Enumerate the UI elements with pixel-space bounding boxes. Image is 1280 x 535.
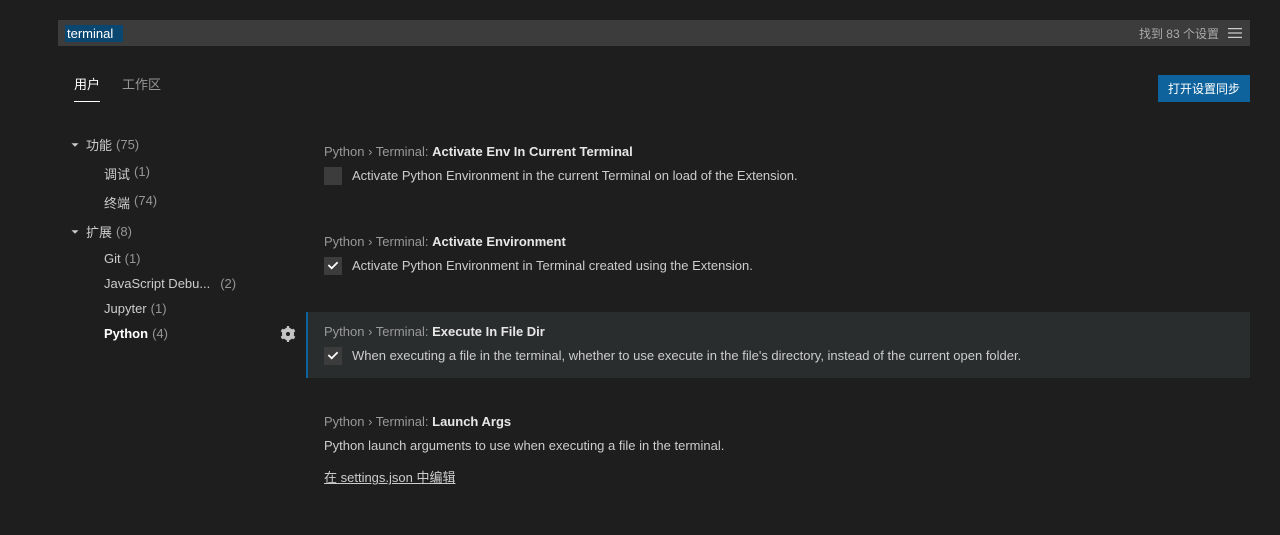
- checkbox[interactable]: [324, 167, 342, 185]
- tree-count: (8): [116, 224, 132, 239]
- gear-icon[interactable]: [280, 326, 296, 345]
- setting-breadcrumb: Python › Terminal:: [324, 324, 432, 339]
- tab-workspace[interactable]: 工作区: [122, 74, 161, 102]
- tree-item-label: Git: [104, 251, 121, 266]
- tree-item-terminal[interactable]: 终端 (74): [68, 188, 288, 217]
- open-settings-sync-button[interactable]: 打开设置同步: [1158, 75, 1250, 102]
- setting-breadcrumb: Python › Terminal:: [324, 414, 432, 429]
- filter-icon[interactable]: [1227, 25, 1243, 41]
- tree-count: (1): [134, 164, 150, 183]
- tree-item-jupyter[interactable]: Jupyter (1): [68, 296, 288, 321]
- tree-group-label: 扩展: [86, 222, 112, 241]
- setting-item-activate-env-current-terminal: Python › Terminal: Activate Env In Curre…: [308, 132, 1250, 198]
- search-results-count: 找到 83 个设置: [1139, 25, 1219, 42]
- tree-item-debug[interactable]: 调试 (1): [68, 159, 288, 188]
- tree-item-label: Jupyter: [104, 301, 147, 316]
- tree-item-label: JavaScript Debu...: [104, 276, 210, 291]
- settings-search-row: 找到 83 个设置: [58, 20, 1250, 46]
- setting-name: Activate Environment: [432, 234, 566, 249]
- tree-item-label: 终端: [104, 193, 130, 212]
- edit-in-settings-json-link[interactable]: 在 settings.json 中编辑: [324, 467, 456, 486]
- settings-search-input[interactable]: [65, 25, 123, 42]
- tree-count: (1): [151, 301, 167, 316]
- tree-group-label: 功能: [86, 135, 112, 154]
- tree-item-python[interactable]: Python (4): [68, 321, 288, 346]
- checkbox[interactable]: [324, 347, 342, 365]
- chevron-down-icon: [68, 138, 82, 152]
- setting-name: Activate Env In Current Terminal: [432, 144, 633, 159]
- setting-item-execute-in-file-dir[interactable]: Python › Terminal: Execute In File Dir W…: [306, 312, 1250, 378]
- settings-list: Python › Terminal: Activate Env In Curre…: [288, 102, 1250, 522]
- tree-count: (1): [125, 251, 141, 266]
- settings-tree: 功能 (75) 调试 (1) 终端 (74) 扩展 (8) Git (1) Ja…: [58, 102, 288, 522]
- setting-description: When executing a file in the terminal, w…: [352, 347, 1021, 366]
- tree-group-features[interactable]: 功能 (75): [68, 130, 288, 159]
- setting-description: Python launch arguments to use when exec…: [324, 437, 1234, 456]
- setting-description: Activate Python Environment in the curre…: [352, 167, 798, 186]
- tree-count: (75): [116, 137, 139, 152]
- settings-scope-row: 用户 工作区 打开设置同步: [58, 74, 1250, 102]
- tree-count: (2): [220, 276, 236, 291]
- setting-breadcrumb: Python › Terminal:: [324, 234, 432, 249]
- setting-description: Activate Python Environment in Terminal …: [352, 257, 753, 276]
- chevron-down-icon: [68, 225, 82, 239]
- tree-item-label: 调试: [104, 164, 130, 183]
- tree-item-git[interactable]: Git (1): [68, 246, 288, 271]
- checkbox[interactable]: [324, 257, 342, 275]
- setting-breadcrumb: Python › Terminal:: [324, 144, 432, 159]
- tree-item-javascript-debugger[interactable]: JavaScript Debu... (2): [68, 271, 288, 296]
- setting-name: Execute In File Dir: [432, 324, 545, 339]
- setting-item-launch-args: Python › Terminal: Launch Args Python la…: [308, 402, 1250, 499]
- tree-group-extensions[interactable]: 扩展 (8): [68, 217, 288, 246]
- tree-count: (74): [134, 193, 157, 212]
- tab-user[interactable]: 用户: [74, 74, 100, 102]
- setting-name: Launch Args: [432, 414, 511, 429]
- tree-item-label: Python: [104, 326, 148, 341]
- tree-count: (4): [152, 326, 168, 341]
- setting-item-activate-environment: Python › Terminal: Activate Environment …: [308, 222, 1250, 288]
